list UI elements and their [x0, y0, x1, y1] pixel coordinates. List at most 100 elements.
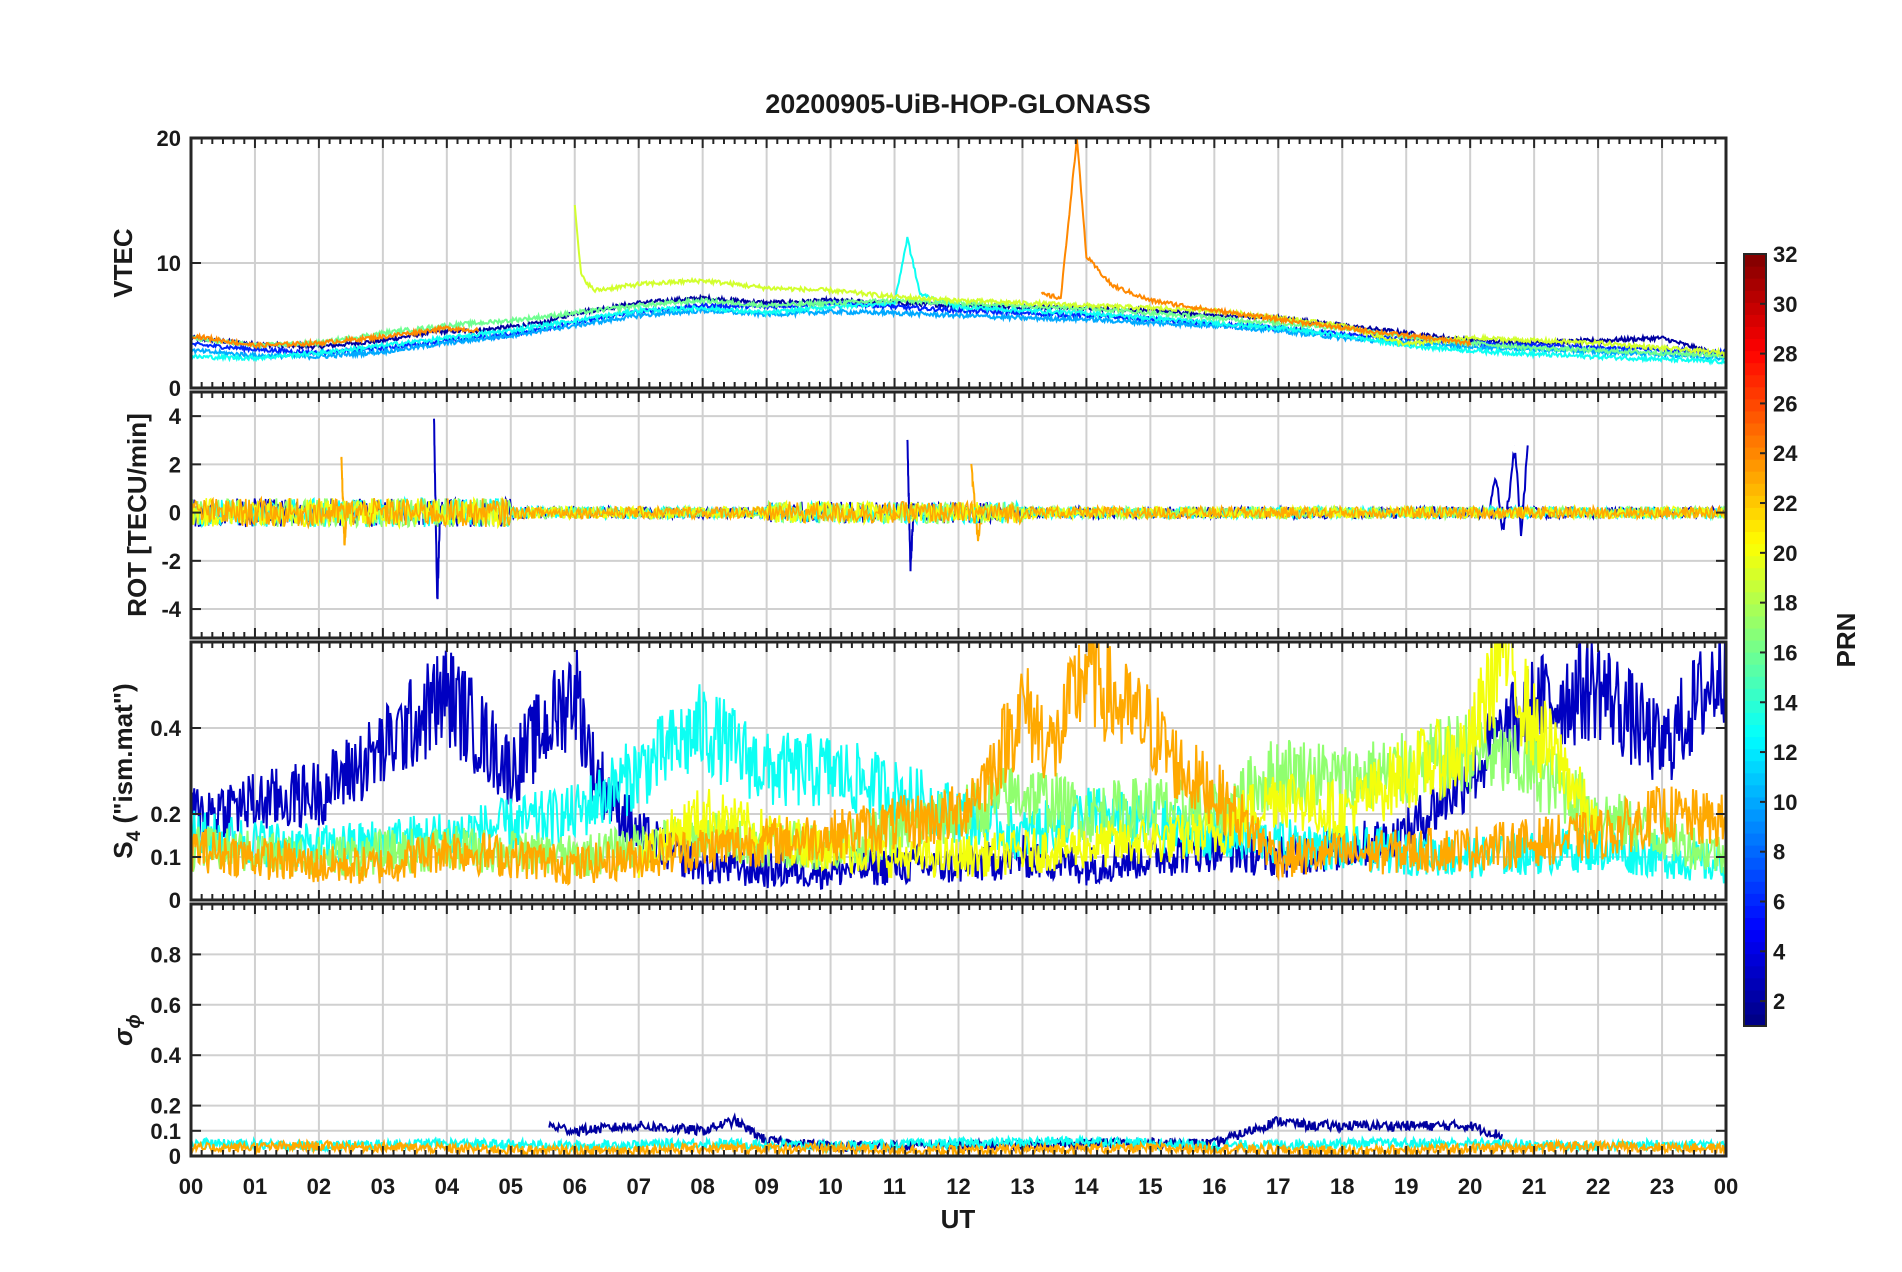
colorbar-swatch [1744, 374, 1766, 388]
colorbar-swatch [1744, 567, 1766, 581]
x-tick-label: 22 [1586, 1174, 1610, 1199]
colorbar-tick-label: 2 [1773, 989, 1785, 1014]
colorbar-tick-label: 16 [1773, 640, 1797, 665]
colorbar-swatch [1744, 905, 1766, 919]
colorbar-tick-label: 20 [1773, 541, 1797, 566]
x-axis: 00 01 02 03 04 05 06 07 08 09 10 11 12 13 14 15 16 17 18 19… [179, 1174, 1738, 1199]
x-tick-label: 16 [1202, 1174, 1226, 1199]
x-tick-label: 20 [1458, 1174, 1482, 1199]
colorbar-swatch [1744, 398, 1766, 412]
colorbar-swatch [1744, 459, 1766, 472]
colorbar-swatch [1744, 555, 1766, 569]
x-tick-label: 23 [1650, 1174, 1674, 1199]
y-tick-label: 0 [169, 376, 181, 401]
y-tick-label: 20 [157, 126, 181, 151]
y-axis-label-main: σ [108, 1027, 138, 1046]
x-tick-label: 17 [1266, 1174, 1290, 1199]
y-tick-label: 0.2 [150, 1094, 181, 1119]
colorbar-swatch [1744, 434, 1766, 448]
colorbar-swatch [1744, 410, 1766, 424]
colorbar-swatch [1744, 362, 1766, 376]
colorbar-swatch [1744, 603, 1766, 617]
y-tick-label: 0.4 [150, 1043, 181, 1068]
x-tick-label: 21 [1522, 1174, 1546, 1199]
x-tick-label: 03 [371, 1174, 395, 1199]
colorbar-swatch [1744, 1001, 1766, 1015]
colorbar-tick-label: 14 [1773, 690, 1798, 715]
colorbar-tick-label: 6 [1773, 889, 1785, 914]
colorbar-tick-label: 18 [1773, 591, 1797, 616]
colorbar-swatch [1744, 796, 1766, 810]
colorbar-swatch [1744, 833, 1766, 846]
y-axis-label: ROT [TECU/min] [122, 413, 152, 617]
colorbar-tick-label: 10 [1773, 790, 1797, 815]
colorbar-swatch [1744, 483, 1766, 496]
colorbar-swatch [1744, 326, 1766, 340]
colorbar-tick-label: 24 [1773, 441, 1798, 466]
colorbar-swatch [1744, 615, 1766, 629]
y-tick-label: 0 [169, 1144, 181, 1169]
colorbar-swatch [1744, 266, 1766, 279]
y-tick-label: 0.8 [150, 942, 181, 967]
colorbar-swatch [1744, 627, 1766, 641]
y-tick-label: 0 [169, 501, 181, 526]
x-tick-label: 00 [179, 1174, 203, 1199]
colorbar-swatch [1744, 712, 1766, 726]
colorbar-tick-label: 28 [1773, 342, 1797, 367]
panel-sigma: 00.10.2 0.4 0.6 0.8 σϕ [108, 902, 1728, 1169]
y-tick-label: 4 [169, 404, 182, 429]
chart-title: 20200905-UiB-HOP-GLONASS [765, 89, 1151, 119]
colorbar-tick-label: 12 [1773, 740, 1797, 765]
colorbar: 2468101214161820222426283032PRN [1743, 242, 1861, 1027]
y-axis-label-rest: ("ism.mat") [108, 683, 138, 830]
x-tick-label: 00 [1714, 1174, 1738, 1199]
colorbar-swatch [1744, 254, 1766, 267]
colorbar-tick-label: 8 [1773, 840, 1785, 865]
panel-vtec: 0 10 20 VTEC [108, 126, 1728, 401]
colorbar-swatch [1744, 664, 1766, 677]
x-tick-label: 13 [1010, 1174, 1034, 1199]
x-axis-label: UT [941, 1204, 976, 1234]
y-tick-label: 10 [157, 251, 181, 276]
y-tick-label: 0.4 [150, 716, 181, 741]
colorbar-swatch [1744, 929, 1766, 943]
colorbar-swatch [1744, 760, 1766, 774]
y-tick-label: 2 [169, 452, 181, 477]
colorbar-tick-label: 32 [1773, 242, 1797, 267]
colorbar-swatch [1744, 772, 1766, 786]
x-tick-label: 05 [499, 1174, 523, 1199]
x-tick-label: 12 [946, 1174, 970, 1199]
y-tick-label: 0 [169, 888, 181, 913]
colorbar-swatch [1744, 519, 1766, 533]
figure: 20200905-UiB-HOP-GLONASS 01020VTEC-4-202… [108, 89, 1861, 1234]
colorbar-swatch [1744, 676, 1766, 689]
colorbar-swatch [1744, 941, 1766, 955]
x-tick-label: 18 [1330, 1174, 1354, 1199]
colorbar-swatch [1744, 748, 1766, 762]
colorbar-swatch [1744, 495, 1766, 508]
y-axis-label: S4 ("ism.mat") [108, 683, 145, 858]
colorbar-tick-label: 22 [1773, 491, 1797, 516]
colorbar-tick-label: 4 [1773, 939, 1786, 964]
colorbar-swatch [1744, 338, 1766, 352]
x-tick-label: 19 [1394, 1174, 1418, 1199]
colorbar-swatch [1744, 422, 1766, 436]
y-axis-label-main: S [108, 841, 138, 858]
x-tick-label: 04 [435, 1174, 460, 1199]
colorbar-swatch [1744, 857, 1766, 870]
y-tick-label: 0.6 [150, 993, 181, 1018]
x-tick-label: 14 [1074, 1174, 1099, 1199]
colorbar-swatch [1744, 386, 1766, 400]
colorbar-swatch [1744, 652, 1766, 665]
colorbar-swatch [1744, 736, 1766, 750]
colorbar-swatch [1744, 543, 1766, 557]
y-tick-label: 0.2 [150, 802, 181, 827]
y-tick-label: 0.1 [150, 1119, 181, 1144]
colorbar-swatch [1744, 350, 1766, 364]
colorbar-tick-label: 30 [1773, 292, 1797, 317]
x-tick-label: 08 [690, 1174, 714, 1199]
x-tick-label: 15 [1138, 1174, 1162, 1199]
x-tick-label: 02 [307, 1174, 331, 1199]
x-tick-label: 11 [883, 1174, 906, 1199]
panels-layer: 01020VTEC-4-2024ROT [TECU/min]00.10.20.4… [108, 126, 1728, 1169]
